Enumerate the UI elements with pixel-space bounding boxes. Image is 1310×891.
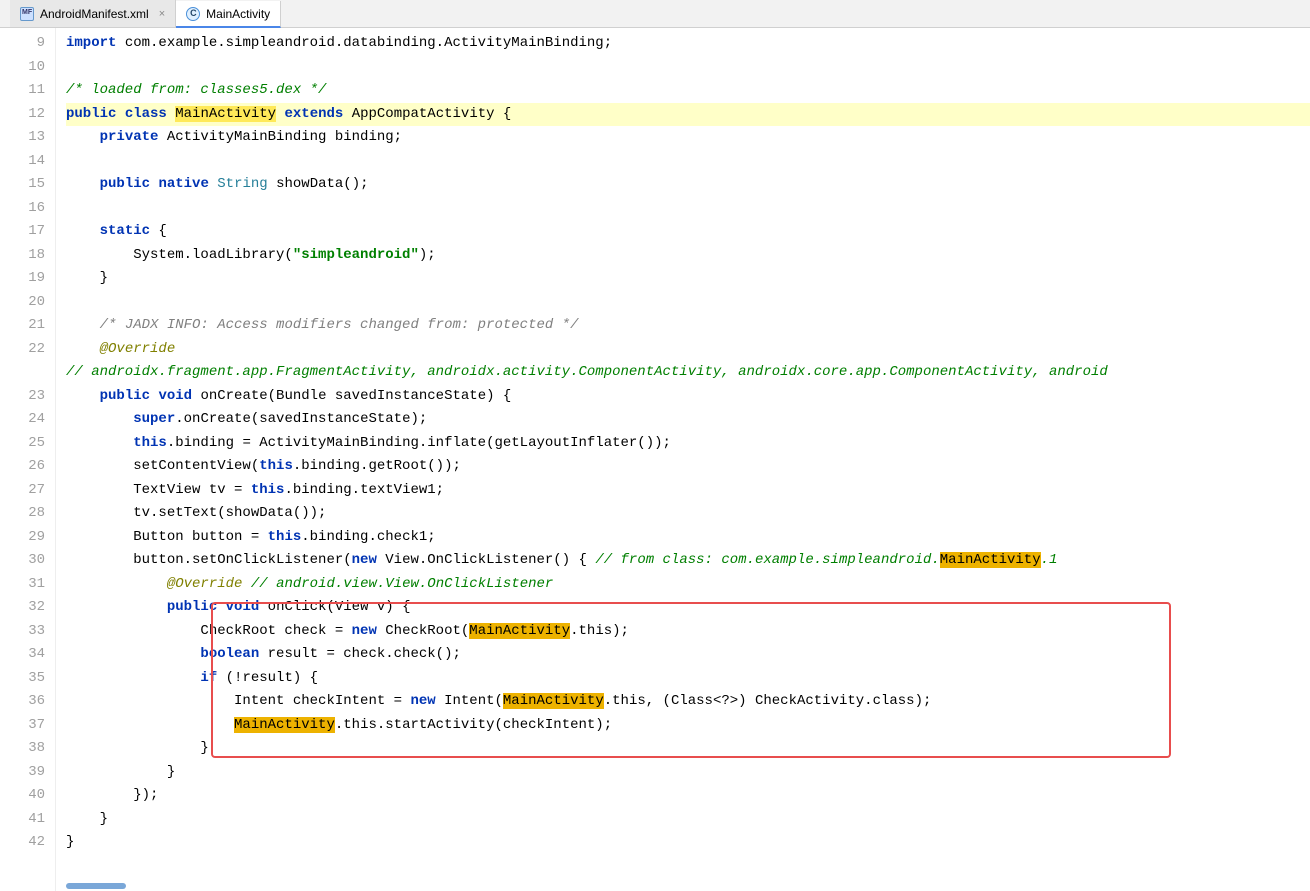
line-number-gutter: 910111213141516171819202122 2324252627282… [0, 28, 56, 891]
code-area[interactable]: import com.example.simpleandroid.databin… [56, 28, 1310, 891]
line-number: 21 [0, 314, 45, 338]
line-number: 14 [0, 150, 45, 174]
code-line[interactable] [66, 56, 1310, 80]
line-number: 39 [0, 761, 45, 785]
line-number: 34 [0, 643, 45, 667]
line-number: 36 [0, 690, 45, 714]
code-line[interactable]: button.setOnClickListener(new View.OnCli… [66, 549, 1310, 573]
code-line[interactable]: super.onCreate(savedInstanceState); [66, 408, 1310, 432]
code-line[interactable]: } [66, 831, 1310, 855]
tab-label: AndroidManifest.xml [40, 7, 149, 21]
code-line[interactable]: // androidx.fragment.app.FragmentActivit… [66, 361, 1310, 385]
line-number: 13 [0, 126, 45, 150]
code-line[interactable]: } [66, 808, 1310, 832]
line-number: 20 [0, 291, 45, 315]
line-number: 9 [0, 32, 45, 56]
tab-label: MainActivity [206, 7, 270, 21]
tab-main-activity[interactable]: MainActivity [176, 1, 281, 28]
code-line[interactable]: boolean result = check.check(); [66, 643, 1310, 667]
class-file-icon [186, 7, 200, 21]
line-number: 26 [0, 455, 45, 479]
code-line[interactable]: Button button = this.binding.check1; [66, 526, 1310, 550]
code-line[interactable]: CheckRoot check = new CheckRoot(MainActi… [66, 620, 1310, 644]
line-number: 15 [0, 173, 45, 197]
code-line[interactable]: public void onClick(View v) { [66, 596, 1310, 620]
code-line[interactable]: tv.setText(showData()); [66, 502, 1310, 526]
line-number: 22 [0, 338, 45, 362]
line-number: 12 [0, 103, 45, 127]
line-number: 17 [0, 220, 45, 244]
line-number: 23 [0, 385, 45, 409]
code-line[interactable]: this.binding = ActivityMainBinding.infla… [66, 432, 1310, 456]
line-number: 27 [0, 479, 45, 503]
editor: 910111213141516171819202122 2324252627282… [0, 28, 1310, 891]
code-line[interactable] [66, 291, 1310, 315]
code-line[interactable]: /* JADX INFO: Access modifiers changed f… [66, 314, 1310, 338]
tab-bar: AndroidManifest.xml × MainActivity [0, 0, 1310, 28]
line-number: 33 [0, 620, 45, 644]
code-line[interactable]: } [66, 267, 1310, 291]
manifest-file-icon [20, 7, 34, 21]
line-number [0, 361, 45, 385]
code-line[interactable]: System.loadLibrary("simpleandroid"); [66, 244, 1310, 268]
line-number: 11 [0, 79, 45, 103]
code-line[interactable]: }); [66, 784, 1310, 808]
code-line[interactable]: } [66, 761, 1310, 785]
line-number: 31 [0, 573, 45, 597]
line-number: 35 [0, 667, 45, 691]
line-number: 24 [0, 408, 45, 432]
line-number: 41 [0, 808, 45, 832]
code-line[interactable]: public void onCreate(Bundle savedInstanc… [66, 385, 1310, 409]
line-number: 30 [0, 549, 45, 573]
line-number: 25 [0, 432, 45, 456]
code-line[interactable] [66, 150, 1310, 174]
line-number: 10 [0, 56, 45, 80]
line-number: 37 [0, 714, 45, 738]
code-line[interactable]: /* loaded from: classes5.dex */ [66, 79, 1310, 103]
tab-android-manifest[interactable]: AndroidManifest.xml × [10, 0, 176, 27]
line-number: 29 [0, 526, 45, 550]
code-line[interactable]: Intent checkIntent = new Intent(MainActi… [66, 690, 1310, 714]
code-line[interactable]: public class MainActivity extends AppCom… [66, 103, 1310, 127]
line-number: 40 [0, 784, 45, 808]
line-number: 18 [0, 244, 45, 268]
code-line[interactable]: public native String showData(); [66, 173, 1310, 197]
code-line[interactable]: static { [66, 220, 1310, 244]
close-icon[interactable]: × [159, 8, 165, 20]
line-number: 28 [0, 502, 45, 526]
horizontal-scrollbar[interactable] [66, 883, 126, 889]
line-number: 42 [0, 831, 45, 855]
code-line[interactable]: MainActivity.this.startActivity(checkInt… [66, 714, 1310, 738]
line-number: 38 [0, 737, 45, 761]
code-line[interactable] [66, 197, 1310, 221]
code-line[interactable]: TextView tv = this.binding.textView1; [66, 479, 1310, 503]
code-line[interactable]: import com.example.simpleandroid.databin… [66, 32, 1310, 56]
line-number: 19 [0, 267, 45, 291]
code-line[interactable]: @Override // android.view.View.OnClickLi… [66, 573, 1310, 597]
code-line[interactable]: setContentView(this.binding.getRoot()); [66, 455, 1310, 479]
code-line[interactable]: if (!result) { [66, 667, 1310, 691]
code-line[interactable]: @Override [66, 338, 1310, 362]
code-line[interactable]: private ActivityMainBinding binding; [66, 126, 1310, 150]
code-line[interactable]: } [66, 737, 1310, 761]
line-number: 32 [0, 596, 45, 620]
line-number: 16 [0, 197, 45, 221]
